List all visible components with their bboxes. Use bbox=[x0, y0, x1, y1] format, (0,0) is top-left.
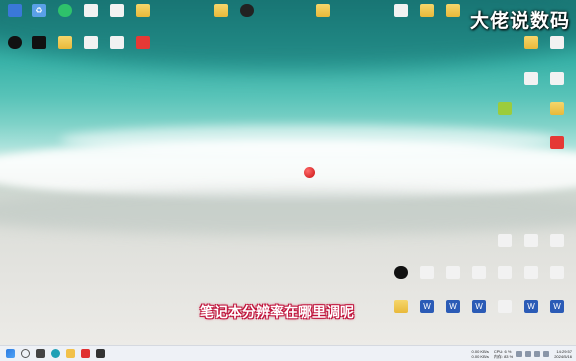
taskbar: 0.00 KB/s 0.00 KB/s CPU: 6 % 内存: 83 % 14… bbox=[0, 345, 576, 361]
system-tray: 0.00 KB/s 0.00 KB/s CPU: 6 % 内存: 83 % 14… bbox=[467, 346, 572, 361]
word-icon: W bbox=[550, 300, 564, 313]
file-icon bbox=[420, 266, 434, 279]
desktop-icon-24[interactable] bbox=[542, 100, 572, 130]
explorer-icon[interactable] bbox=[66, 349, 75, 358]
folder-icon bbox=[394, 300, 408, 313]
word-icon: W bbox=[524, 300, 538, 313]
net-speed: 0.00 KB/s 0.00 KB/s bbox=[472, 349, 489, 359]
red-ball bbox=[304, 167, 315, 178]
file-icon bbox=[84, 36, 98, 49]
word-icon: W bbox=[446, 300, 460, 313]
desktop-icon-18[interactable] bbox=[438, 2, 468, 32]
app-icon bbox=[8, 36, 22, 49]
recycle-bin-icon: ♻ bbox=[32, 4, 46, 17]
desktop-icon-25[interactable] bbox=[542, 134, 572, 164]
taskview-icon[interactable] bbox=[36, 349, 45, 358]
file-icon bbox=[524, 234, 538, 247]
file-icon bbox=[550, 234, 564, 247]
desktop-icon-15[interactable] bbox=[128, 34, 158, 64]
file-icon bbox=[84, 4, 98, 17]
capcut-icon bbox=[32, 36, 46, 49]
app-icon bbox=[8, 4, 22, 17]
video-subtitle: 笔记本分辨率在哪里调呢 bbox=[200, 305, 354, 321]
desktop-icon-28[interactable] bbox=[542, 232, 572, 262]
desktop-icon-22[interactable] bbox=[542, 70, 572, 100]
file-icon bbox=[550, 36, 564, 49]
app-icon[interactable] bbox=[81, 349, 90, 358]
wave-foam-2 bbox=[60, 125, 560, 155]
desktop-icon-8[interactable] bbox=[232, 2, 262, 32]
channel-watermark: 大佬说数码 bbox=[469, 10, 570, 32]
folder-icon bbox=[446, 4, 460, 17]
folder-icon bbox=[524, 36, 538, 49]
wifi-icon[interactable] bbox=[525, 350, 532, 357]
file-icon bbox=[110, 36, 124, 49]
folder-icon bbox=[550, 102, 564, 115]
wet-sand bbox=[0, 190, 576, 235]
app-icon[interactable] bbox=[96, 349, 105, 358]
clock-date: 2024/5/16 bbox=[554, 353, 572, 359]
file-icon bbox=[550, 72, 564, 85]
file-icon bbox=[550, 266, 564, 279]
file-icon bbox=[498, 300, 512, 313]
search-icon[interactable] bbox=[21, 349, 30, 358]
desktop-wallpaper: ♻ W W W W W 大佬说数码 笔记本分辨率在哪里调呢 bbox=[0, 0, 576, 345]
start-button-icon[interactable] bbox=[6, 349, 15, 358]
memory-usage: 内存: 83 % bbox=[493, 353, 514, 359]
desktop-icon-6[interactable] bbox=[128, 2, 158, 32]
file-icon bbox=[394, 4, 408, 17]
folder-icon bbox=[136, 4, 150, 17]
file-icon bbox=[498, 266, 512, 279]
wechat-icon bbox=[58, 4, 72, 17]
perf-stats: CPU: 6 % 内存: 83 % bbox=[494, 349, 513, 359]
folder-icon bbox=[214, 4, 228, 17]
word-icon: W bbox=[472, 300, 486, 313]
file-icon bbox=[524, 266, 538, 279]
desktop-icon-23[interactable] bbox=[490, 100, 520, 130]
folder-icon bbox=[316, 4, 330, 17]
desktop-icon-9[interactable] bbox=[308, 2, 338, 32]
file-icon bbox=[110, 4, 124, 17]
pdf-icon bbox=[550, 136, 564, 149]
file-icon bbox=[524, 72, 538, 85]
battery-icon[interactable] bbox=[543, 350, 550, 357]
app-icon bbox=[240, 4, 254, 17]
desktop-icon-42[interactable]: W bbox=[542, 298, 572, 328]
edge-icon[interactable] bbox=[51, 349, 60, 358]
download-speed: 0.00 KB/s bbox=[471, 353, 489, 359]
folder-icon bbox=[420, 4, 434, 17]
clock[interactable]: 14:29:57 2024/5/16 bbox=[554, 349, 572, 359]
desktop-icon-20[interactable] bbox=[542, 34, 572, 64]
desktop-icon-35[interactable] bbox=[542, 264, 572, 294]
word-icon: W bbox=[420, 300, 434, 313]
file-icon bbox=[498, 234, 512, 247]
file-icon bbox=[472, 266, 486, 279]
app-icon bbox=[498, 102, 512, 115]
qq-icon bbox=[394, 266, 408, 279]
folder-icon bbox=[58, 36, 72, 49]
file-icon bbox=[446, 266, 460, 279]
volume-icon[interactable] bbox=[534, 350, 541, 357]
chevron-up-icon[interactable] bbox=[516, 350, 523, 357]
app-icon bbox=[136, 36, 150, 49]
